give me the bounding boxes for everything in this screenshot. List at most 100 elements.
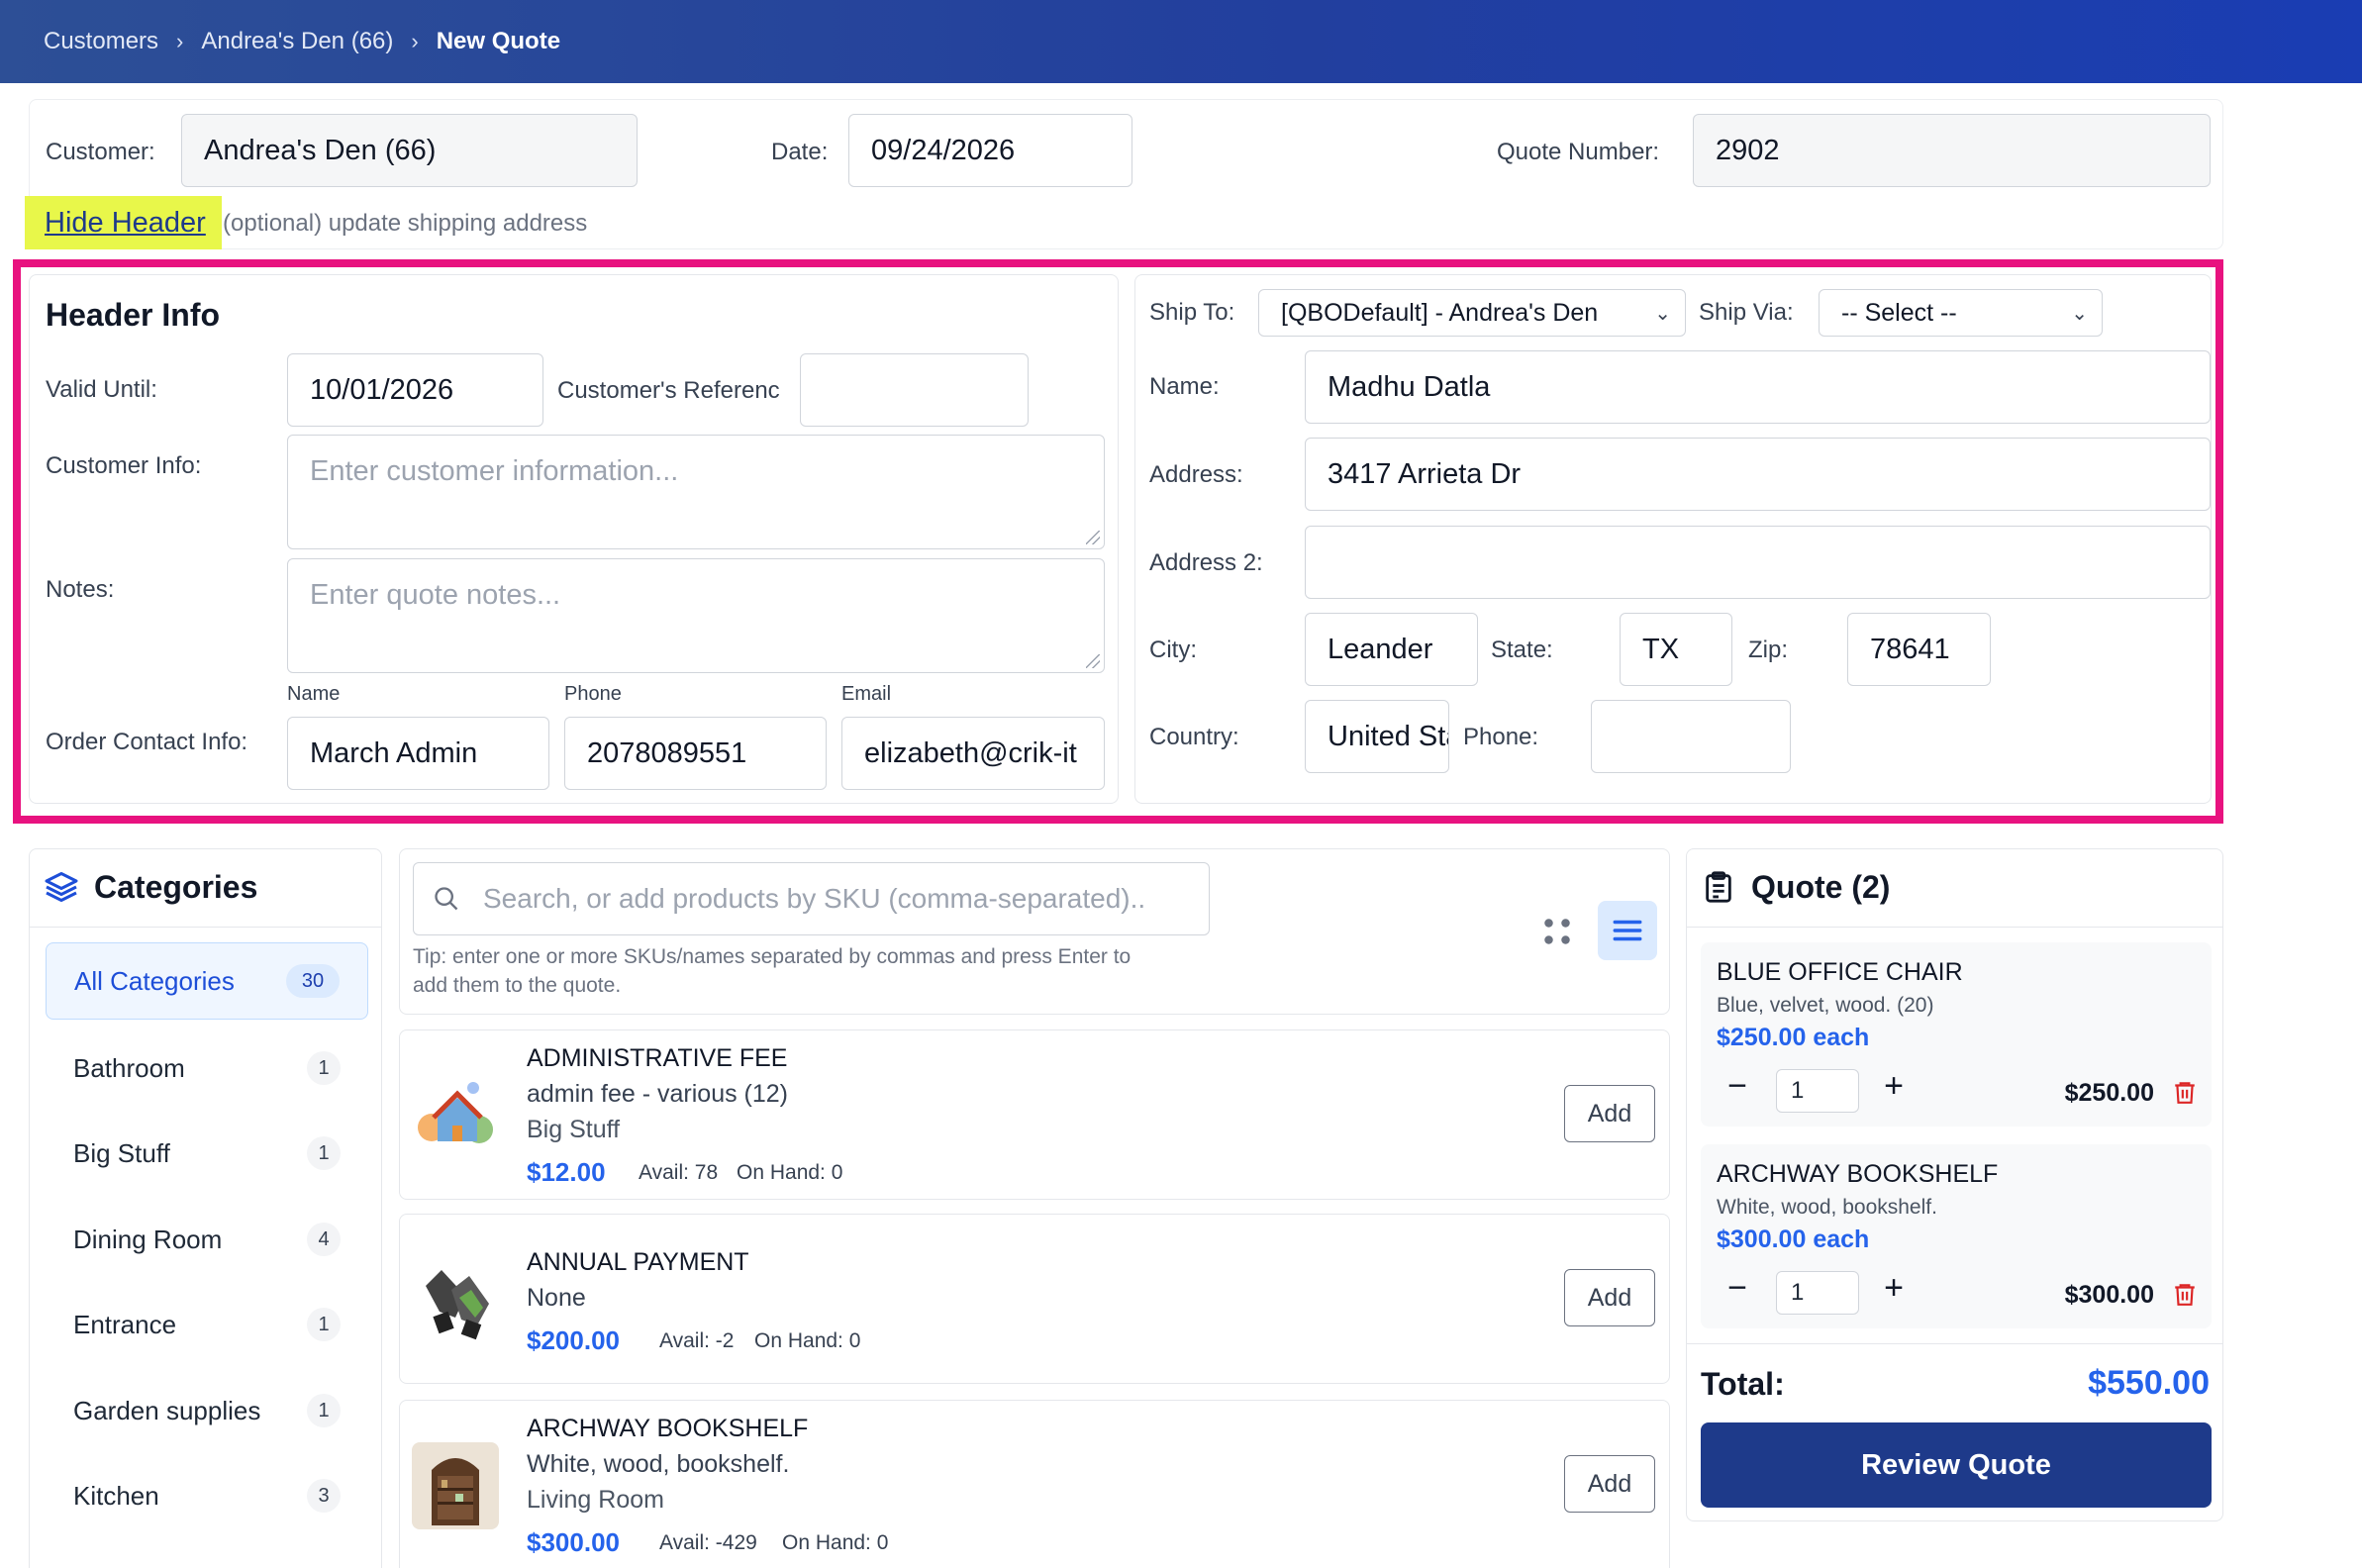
product-price: $200.00	[527, 1325, 620, 1355]
ship-address-field[interactable]: 3417 Arrieta Dr	[1305, 438, 2211, 511]
list-view-icon	[1613, 920, 1642, 941]
decrease-quantity-button[interactable]: −	[1722, 1067, 1752, 1106]
category-bathroom[interactable]: Bathroom 1	[46, 1029, 368, 1107]
category-count: 1	[307, 1051, 341, 1085]
increase-quantity-button[interactable]: +	[1879, 1269, 1909, 1308]
ship-zip-label: Zip:	[1748, 637, 1789, 663]
customer-field[interactable]: Andrea's Den (66)	[181, 114, 638, 187]
valid-until-label: Valid Until:	[46, 376, 157, 403]
category-kitchen[interactable]: Kitchen 3	[46, 1457, 368, 1534]
notes-label: Notes:	[46, 576, 115, 603]
product-card: ARCHWAY BOOKSHELF White, wood, bookshelf…	[399, 1400, 1670, 1568]
product-description: None	[527, 1284, 586, 1312]
ship-address2-field[interactable]	[1305, 526, 2211, 599]
breadcrumb-current: New Quote	[436, 28, 561, 54]
ship-address2-label: Address 2:	[1149, 549, 1263, 576]
add-product-button[interactable]: Add	[1564, 1085, 1655, 1142]
contact-name-label: Name	[287, 683, 341, 705]
grid-view-icon[interactable]	[1540, 915, 1574, 948]
list-view-button[interactable]	[1598, 901, 1657, 960]
category-entrance[interactable]: Entrance 1	[46, 1286, 368, 1363]
search-tip-line2: add them to the quote.	[413, 974, 622, 997]
optional-shipping-hint: (optional) update shipping address	[223, 210, 588, 237]
ship-city-field[interactable]: Leander	[1305, 613, 1478, 686]
ship-name-field[interactable]: Madhu Datla	[1305, 350, 2211, 424]
review-quote-button[interactable]: Review Quote	[1701, 1422, 2212, 1508]
contact-email-field[interactable]: elizabeth@crik-it	[841, 717, 1105, 790]
header-info-title: Header Info	[46, 297, 221, 333]
order-contact-label: Order Contact Info:	[46, 729, 248, 755]
contact-phone-field[interactable]: 2078089551	[564, 717, 827, 790]
chevron-down-icon: ⌄	[1654, 302, 1671, 325]
product-category: Big Stuff	[527, 1116, 621, 1143]
product-card: ANNUAL PAYMENT None $200.00 Avail: -2 On…	[399, 1214, 1670, 1384]
ship-phone-label: Phone:	[1463, 724, 1539, 750]
search-icon	[435, 887, 458, 911]
divider	[1686, 1343, 2223, 1344]
ship-country-field[interactable]: United States	[1305, 700, 1449, 773]
category-all[interactable]: All Categories 30	[46, 942, 368, 1020]
contact-email-label: Email	[841, 683, 892, 705]
breadcrumb-separator: ›	[176, 29, 184, 53]
search-input[interactable]: Search, or add products by SKU (comma-se…	[413, 862, 1210, 935]
customer-info-textarea[interactable]: Enter customer information...	[287, 435, 1105, 549]
ship-state-field[interactable]: TX	[1620, 613, 1732, 686]
add-product-button[interactable]: Add	[1564, 1269, 1655, 1326]
hide-header-link[interactable]: Hide Header	[25, 196, 222, 249]
date-label: Date:	[771, 139, 829, 165]
breadcrumb-customer[interactable]: Andrea's Den (66)	[201, 28, 393, 55]
quote-item-name: BLUE OFFICE CHAIR	[1717, 958, 1963, 986]
product-description: admin fee - various (12)	[527, 1080, 789, 1108]
notes-textarea[interactable]: Enter quote notes...	[287, 558, 1105, 673]
breadcrumb-customers[interactable]: Customers	[44, 28, 158, 55]
category-count: 30	[286, 964, 340, 998]
ship-to-select[interactable]: [QBODefault] - Andrea's Den ⌄	[1258, 289, 1686, 337]
ship-zip-field[interactable]: 78641	[1847, 613, 1991, 686]
house-illustration-icon	[418, 1082, 493, 1143]
divider	[29, 927, 382, 928]
resize-handle[interactable]	[1086, 531, 1100, 544]
divider	[1686, 927, 2223, 928]
category-garden-supplies[interactable]: Garden supplies 1	[46, 1372, 368, 1449]
quote-item: ARCHWAY BOOKSHELF White, wood, bookshelf…	[1701, 1144, 2212, 1328]
ship-country-label: Country:	[1149, 724, 1239, 750]
category-count: 1	[307, 1308, 341, 1341]
product-available: Avail: -2	[659, 1329, 735, 1352]
quantity-input[interactable]: 1	[1776, 1271, 1859, 1315]
product-on-hand: On Hand: 0	[754, 1329, 861, 1352]
add-product-button[interactable]: Add	[1564, 1455, 1655, 1513]
trash-icon[interactable]	[2172, 1279, 2198, 1309]
quote-item-price: $300.00 each	[1717, 1225, 1870, 1253]
trash-icon[interactable]	[2172, 1077, 2198, 1107]
decrease-quantity-button[interactable]: −	[1722, 1269, 1752, 1308]
quote-item-total: $300.00	[2064, 1281, 2154, 1309]
ship-via-select[interactable]: -- Select -- ⌄	[1819, 289, 2103, 337]
quote-number-field[interactable]: 2902	[1693, 114, 2211, 187]
category-dining-room[interactable]: Dining Room 4	[46, 1201, 368, 1278]
customer-reference-label: Customer's Referenc	[557, 377, 780, 404]
quantity-input[interactable]: 1	[1776, 1069, 1859, 1113]
product-available: Avail: 78	[639, 1161, 719, 1184]
product-name: ARCHWAY BOOKSHELF	[527, 1415, 809, 1442]
contact-phone-label: Phone	[564, 683, 622, 705]
category-count: 4	[307, 1223, 341, 1256]
increase-quantity-button[interactable]: +	[1879, 1067, 1909, 1106]
ship-city-label: City:	[1149, 637, 1197, 663]
gloves-icon	[426, 1270, 489, 1340]
customer-reference-field[interactable]	[800, 353, 1029, 427]
product-name: ANNUAL PAYMENT	[527, 1248, 749, 1276]
valid-until-field[interactable]: 10/01/2026	[287, 353, 543, 427]
quote-item-total: $250.00	[2064, 1079, 2154, 1107]
date-field[interactable]: 09/24/2026	[848, 114, 1132, 187]
contact-name-field[interactable]: March Admin	[287, 717, 549, 790]
ship-phone-field[interactable]	[1591, 700, 1791, 773]
quote-item-description: White, wood, bookshelf.	[1717, 1196, 1937, 1219]
search-tip: Tip: enter one or more SKUs/names separa…	[413, 945, 1132, 968]
product-on-hand: On Hand: 0	[782, 1531, 889, 1554]
quote-item-description: Blue, velvet, wood. (20)	[1717, 994, 1934, 1017]
product-name: ADMINISTRATIVE FEE	[527, 1044, 788, 1072]
ship-address-label: Address:	[1149, 461, 1243, 488]
breadcrumb-separator: ›	[411, 29, 419, 53]
category-big-stuff[interactable]: Big Stuff 1	[46, 1115, 368, 1192]
resize-handle[interactable]	[1086, 654, 1100, 668]
